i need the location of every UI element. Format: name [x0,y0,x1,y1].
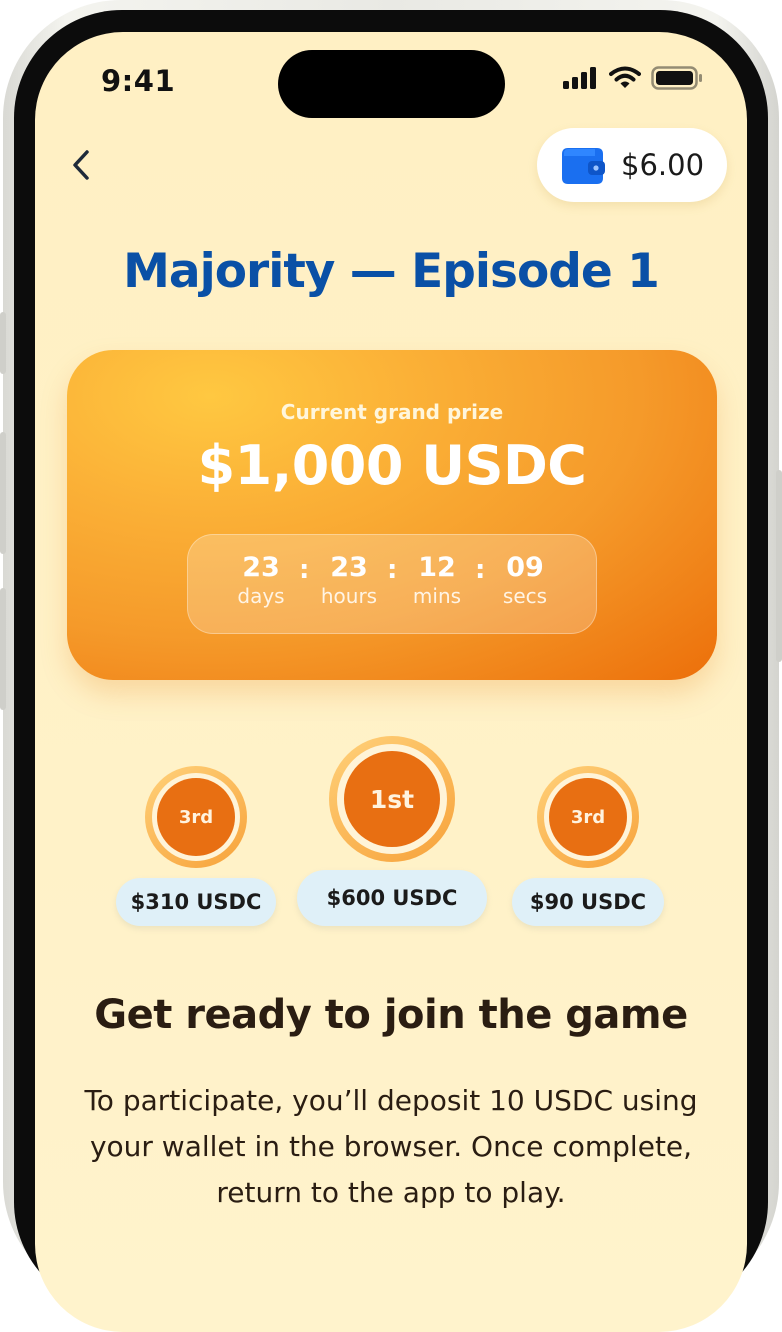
rank-badge: 1st [344,751,440,847]
grand-prize-card: Current grand prize $1,000 USDC 23 days … [67,350,717,680]
countdown-hours: 23 hours [309,553,389,609]
power-button [776,470,782,662]
episode-title: Majority — Episode 1 [123,244,660,299]
join-instructions: To participate, you’ll deposit 10 USDC u… [84,1084,698,1209]
countdown-days-value: 23 [242,552,280,583]
wifi-icon [609,66,641,88]
wallet-icon [562,148,605,184]
rank-medal: 1st [329,736,455,862]
rank-medal: 3rd [145,766,247,868]
rank-prize-pill: $600 USDC [297,870,487,926]
chevron-left-icon [73,150,89,180]
volume-down-button [0,588,6,710]
countdown-hours-value: 23 [330,552,368,583]
countdown-mins-value: 12 [418,552,456,583]
status-bar: 9:41 [35,32,747,122]
battery-icon [651,66,702,90]
wallet-balance-button[interactable]: $6.00 [537,128,727,202]
rank-badge: 3rd [157,778,235,856]
countdown-hours-label: hours [320,584,378,608]
countdown-mins: 12 mins [397,553,477,609]
status-icons [563,66,703,90]
dynamic-island [278,50,505,118]
status-time: 9:41 [101,64,176,98]
countdown-days: 23 days [221,553,301,609]
rank-prize-pill: $310 USDC [116,878,276,926]
countdown-secs-value: 09 [506,552,544,583]
grand-prize-label: Current grand prize [280,400,504,424]
countdown-timer: 23 days : 23 hours : 12 mins : 09 secs [187,534,597,634]
countdown-days-label: days [237,584,285,608]
countdown-separator: : [299,555,310,585]
wallet-balance: $6.00 [621,148,705,182]
back-button[interactable] [63,147,99,183]
join-heading: Get ready to join the game [94,992,688,1038]
grand-prize-amount: $1,000 USDC [197,434,587,497]
rank-badge: 3rd [549,778,627,856]
countdown-separator: : [387,555,398,585]
countdown-secs-label: secs [502,584,548,608]
countdown-secs: 09 secs [485,553,565,609]
app-screen: 9:41 $6.00 Majority — Episode 1 Current … [35,32,747,1332]
rank-prize-pill: $90 USDC [512,878,664,926]
countdown-separator: : [475,555,486,585]
action-button [0,312,6,374]
cellular-signal-icon [563,67,596,89]
volume-up-button [0,432,6,554]
rank-medal: 3rd [537,766,639,868]
countdown-mins-label: mins [412,584,462,608]
